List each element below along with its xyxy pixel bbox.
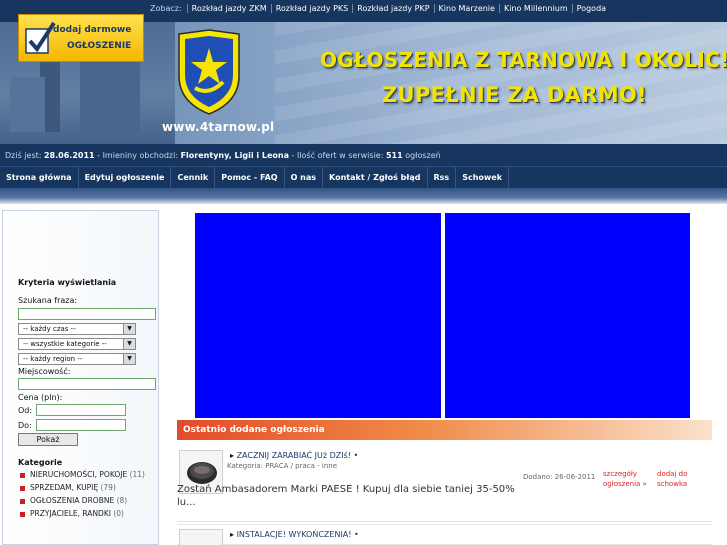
dropdown-arrow-icon: ▼ <box>123 324 135 334</box>
info-bar: Dziś jest: 28.06.2011 - Imieniny obchodz… <box>0 144 727 166</box>
category-item[interactable]: NIERUCHOMOŚCI, POKOJE (11) <box>18 470 150 480</box>
link-zkm[interactable]: Rozkład jazdy ZKM <box>186 4 271 13</box>
categories-heading: Kategorie <box>18 458 63 467</box>
category-count: (8) <box>116 496 128 505</box>
price-from-label: Od: <box>18 406 33 415</box>
nav-clipboard[interactable]: Schowek <box>456 166 510 189</box>
category-select[interactable]: -- wszystkie kategorie -- ▼ <box>18 338 136 350</box>
add-free-ad-button[interactable]: dodaj darmowe OGŁOSZENIE <box>18 14 144 62</box>
nav-rss[interactable]: Rss <box>428 166 457 189</box>
city-label: Miejscowość: <box>18 367 71 376</box>
site-url[interactable]: www.4tarnow.pl <box>162 120 274 134</box>
count-label: - Ilość ofert w serwisie: <box>291 150 384 160</box>
coat-of-arms-logo[interactable] <box>175 28 243 116</box>
phrase-label: Szukana fraza: <box>18 296 78 305</box>
region-select-value: -- każdy region -- <box>23 355 83 363</box>
dropdown-arrow-icon: ▼ <box>123 354 135 364</box>
names-label: - Imieniny obchodzi: <box>97 150 179 160</box>
slogan-line-2: ZUPEŁNIE ZA DARMO! <box>382 83 647 107</box>
promo-line-2: OGŁOSZENIE <box>67 41 132 51</box>
promo-line-1: dodaj darmowe <box>53 25 132 35</box>
names-day: Florentyny, Ligii i Leona <box>180 150 289 160</box>
link-kino-marzenie[interactable]: Kino Marzenie <box>433 4 499 13</box>
ad-listing: INSTALACJE! WYKOŃCZENIA! • <box>177 524 712 545</box>
slogan-line-1: OGŁOSZENIA Z TARNOWA I OKOLIC! <box>320 48 727 72</box>
category-name: PRZYJACIELE, RANDKI <box>30 509 111 518</box>
price-to-input[interactable] <box>36 419 126 431</box>
ad-listing: ZACZNIJ ZARABIAĆ JUż DZIś! • Kategoria: … <box>177 446 712 522</box>
category-count: (79) <box>100 483 116 492</box>
offer-count: 511 <box>385 150 403 160</box>
time-select[interactable]: -- każdy czas -- ▼ <box>18 323 136 335</box>
link-pkp[interactable]: Rozkład jazdy PKP <box>352 4 433 13</box>
category-list: NIERUCHOMOŚCI, POKOJE (11) SPRZEDAM, KUP… <box>18 470 150 522</box>
nav-edit-ad[interactable]: Edytuj ogłoszenie <box>79 166 172 189</box>
main-nav: Strona główna Edytuj ogłoszenie Cennik P… <box>0 166 727 189</box>
link-pks[interactable]: Rozkład jazdy PKS <box>270 4 353 13</box>
category-item[interactable]: PRZYJACIELE, RANDKI (0) <box>18 509 150 519</box>
ad-date: Dodano: 26-06-2011 <box>523 473 596 481</box>
see-also-label: Zobacz: <box>150 4 182 13</box>
nav-pricing[interactable]: Cennik <box>171 166 216 189</box>
category-count: (11) <box>129 470 145 479</box>
price-from-input[interactable] <box>36 404 126 416</box>
checkmark-icon <box>25 21 56 54</box>
nav-help-faq[interactable]: Pomoc - FAQ <box>215 166 285 189</box>
category-item[interactable]: SPRZEDAM, KUPIĘ (79) <box>18 483 150 493</box>
count-suffix: ogłoszeń <box>405 150 441 160</box>
category-count: (0) <box>113 509 124 518</box>
phrase-input[interactable] <box>18 308 156 320</box>
current-date: 28.06.2011 <box>43 150 95 160</box>
ad-title[interactable]: INSTALACJE! WYKOŃCZENIA! • <box>230 530 359 539</box>
city-input[interactable] <box>18 378 156 390</box>
ad-category: Kategoria: PRACA / praca - inne <box>227 462 338 470</box>
region-select[interactable]: -- każdy region -- ▼ <box>18 353 136 365</box>
filters-heading: Kryteria wyświetlania <box>18 278 117 287</box>
link-kino-millennium[interactable]: Kino Millennium <box>498 4 572 13</box>
ad-banner-right[interactable] <box>445 213 690 418</box>
nav-about[interactable]: O nas <box>285 166 324 189</box>
show-button[interactable]: Pokaż <box>18 433 78 446</box>
category-item[interactable]: OGŁOSZENIA DROBNE (8) <box>18 496 150 506</box>
ad-banner-left[interactable] <box>195 213 441 418</box>
nav-gradient-divider <box>0 188 727 204</box>
dropdown-arrow-icon: ▼ <box>123 339 135 349</box>
nav-contact[interactable]: Kontakt / Zgłoś błąd <box>323 166 428 189</box>
price-label: Cena (pln): <box>18 393 63 402</box>
ad-save-link[interactable]: dodaj do schowka <box>657 469 697 489</box>
ad-description: Zostań Ambasadorem Marki PAESE ! Kupuj d… <box>177 484 515 508</box>
category-name: NIERUCHOMOŚCI, POKOJE <box>30 470 128 479</box>
link-pogoda[interactable]: Pogoda <box>571 4 610 13</box>
price-to-label: Do: <box>18 421 32 430</box>
recent-ads-heading: Ostatnio dodane ogłoszenia <box>177 420 712 440</box>
ad-thumbnail[interactable] <box>179 529 223 545</box>
category-name: OGŁOSZENIA DROBNE <box>30 496 115 505</box>
time-select-value: -- każdy czas -- <box>23 325 76 333</box>
ad-title[interactable]: ZACZNIJ ZARABIAĆ JUż DZIś! • <box>230 451 359 460</box>
category-select-value: -- wszystkie kategorie -- <box>23 340 107 348</box>
date-label: Dziś jest: <box>5 150 42 160</box>
category-name: SPRZEDAM, KUPIĘ <box>30 483 99 492</box>
nav-home[interactable]: Strona główna <box>0 166 79 189</box>
ad-details-link[interactable]: szczegóły ogłoszenia » <box>603 469 651 489</box>
